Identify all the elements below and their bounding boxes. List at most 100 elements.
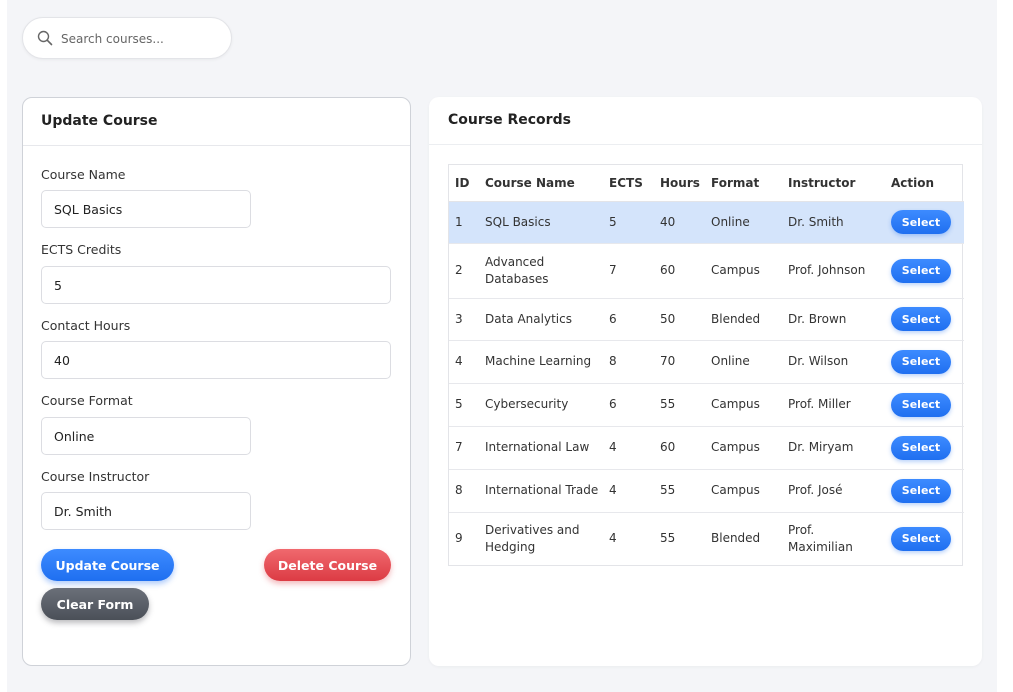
cell-course-name: Data Analytics — [479, 298, 603, 341]
cell-instructor: Prof. Miller — [782, 383, 885, 427]
cell-format: Campus — [705, 243, 782, 299]
cell-id: 2 — [449, 243, 479, 299]
cell-format: Blended — [705, 298, 782, 341]
cell-id: 4 — [449, 340, 479, 384]
hours-input[interactable] — [41, 341, 391, 379]
cell-hours: 70 — [654, 340, 705, 384]
app-background: Update Course Course Name ECTS Credits C… — [7, 0, 997, 692]
cell-course-name: Cybersecurity — [479, 383, 603, 427]
cell-course-name: Advanced Databases — [479, 243, 603, 299]
cell-hours: 55 — [654, 383, 705, 427]
cell-action: Select — [885, 512, 964, 565]
table-row[interactable]: 9 Derivatives and Hedging 4 55 Blended P… — [449, 512, 964, 565]
clear-form-button[interactable]: Clear Form — [41, 588, 149, 620]
cell-format: Online — [705, 201, 782, 244]
cell-hours: 50 — [654, 298, 705, 341]
cell-action: Select — [885, 469, 964, 513]
cell-ects: 4 — [609, 531, 617, 546]
course-name-input[interactable] — [41, 190, 251, 228]
cell-hours: 55 — [654, 469, 705, 513]
cell-ects: 6 — [603, 298, 654, 341]
cell-instructor: Dr. Brown — [782, 298, 885, 341]
table-row[interactable]: 2 Advanced Databases 7 60 Campus Prof. J… — [449, 243, 964, 299]
cell-hours: 55 — [660, 531, 676, 546]
cell-id: 8 — [449, 469, 479, 513]
column-header: ECTS — [603, 165, 654, 202]
cell-ects: 4 — [603, 469, 654, 513]
cell-course-name: SQL Basics — [479, 201, 603, 244]
ects-input[interactable] — [41, 266, 391, 304]
format-input[interactable] — [41, 417, 251, 455]
select-button[interactable]: Select — [891, 392, 951, 417]
select-button[interactable]: Select — [891, 258, 951, 283]
cell-format: Campus — [705, 383, 782, 427]
search-icon — [37, 30, 53, 46]
cell-action: Select — [885, 383, 964, 427]
column-header: ID — [449, 165, 479, 202]
column-header: Action — [885, 165, 964, 202]
cell-instructor: Dr. Smith — [782, 201, 885, 244]
panel-divider — [429, 144, 982, 145]
records-table: ID Course Name ECTS Hours Format Instruc… — [449, 165, 964, 565]
column-header: Instructor — [782, 165, 885, 202]
cell-instructor: Dr. Miryam — [782, 426, 885, 470]
cell-action: Select — [885, 298, 964, 341]
course-records-panel: Course Records ID Course Name ECTS Hours… — [429, 97, 982, 666]
cell-format: Blended — [711, 531, 761, 546]
select-button[interactable]: Select — [891, 526, 951, 551]
cell-action: Select — [885, 243, 964, 299]
cell-action: Select — [885, 426, 964, 470]
search-bar[interactable] — [22, 17, 232, 59]
column-header: Course Name — [479, 165, 603, 202]
cell-instructor: Prof. Maximilian — [788, 522, 853, 554]
cell-action: Select — [885, 201, 964, 244]
search-input[interactable] — [61, 29, 221, 49]
cell-ects: 6 — [603, 383, 654, 427]
cell-id: 1 — [449, 201, 479, 244]
update-course-panel: Update Course Course Name ECTS Credits C… — [22, 97, 411, 666]
panel-title: Course Records — [448, 112, 571, 128]
table-row[interactable]: 7 International Law 4 60 Campus Dr. Miry… — [449, 426, 964, 470]
cell-hours: 60 — [654, 243, 705, 299]
select-button[interactable]: Select — [891, 435, 951, 460]
instructor-input[interactable] — [41, 492, 251, 530]
records-table-container: ID Course Name ECTS Hours Format Instruc… — [448, 164, 964, 566]
cell-course-name: International Trade — [479, 469, 603, 513]
update-course-button[interactable]: Update Course — [41, 549, 174, 581]
cell-format: Online — [705, 340, 782, 384]
cell-course-name: Derivatives and Hedging — [485, 522, 580, 554]
table-header-row: ID Course Name ECTS Hours Format Instruc… — [449, 165, 964, 202]
column-header: Hours — [654, 165, 705, 202]
cell-course-name: Machine Learning — [479, 340, 603, 384]
cell-format: Campus — [705, 426, 782, 470]
cell-id: 5 — [449, 383, 479, 427]
cell-course-name: International Law — [479, 426, 603, 470]
panel-divider — [23, 145, 410, 146]
select-button[interactable]: Select — [891, 349, 951, 374]
table-row[interactable]: 5 Cybersecurity 6 55 Campus Prof. Miller… — [449, 383, 964, 427]
records-table-body: 1 SQL Basics 5 40 Online Dr. Smith Selec… — [449, 201, 964, 565]
panel-title: Update Course — [41, 113, 158, 129]
table-row[interactable]: 1 SQL Basics 5 40 Online Dr. Smith Selec… — [449, 201, 964, 244]
course-name-label: Course Name — [41, 167, 126, 182]
cell-instructor: Prof. José — [782, 469, 885, 513]
column-header: Format — [705, 165, 782, 202]
select-button[interactable]: Select — [891, 210, 951, 234]
table-row[interactable]: 8 International Trade 4 55 Campus Prof. … — [449, 469, 964, 513]
cell-ects: 7 — [603, 243, 654, 299]
format-label: Course Format — [41, 393, 133, 408]
cell-ects: 4 — [603, 426, 654, 470]
delete-course-button[interactable]: Delete Course — [264, 549, 391, 581]
table-row[interactable]: 4 Machine Learning 8 70 Online Dr. Wilso… — [449, 340, 964, 384]
cell-ects: 5 — [603, 201, 654, 244]
cell-instructor: Dr. Wilson — [782, 340, 885, 384]
table-row[interactable]: 3 Data Analytics 6 50 Blended Dr. Brown … — [449, 298, 964, 341]
cell-ects: 8 — [603, 340, 654, 384]
cell-id: 7 — [449, 426, 479, 470]
select-button[interactable]: Select — [891, 307, 951, 331]
cell-hours: 60 — [654, 426, 705, 470]
select-button[interactable]: Select — [891, 478, 951, 503]
instructor-label: Course Instructor — [41, 469, 150, 484]
cell-hours: 40 — [654, 201, 705, 244]
cell-id: 3 — [449, 298, 479, 341]
